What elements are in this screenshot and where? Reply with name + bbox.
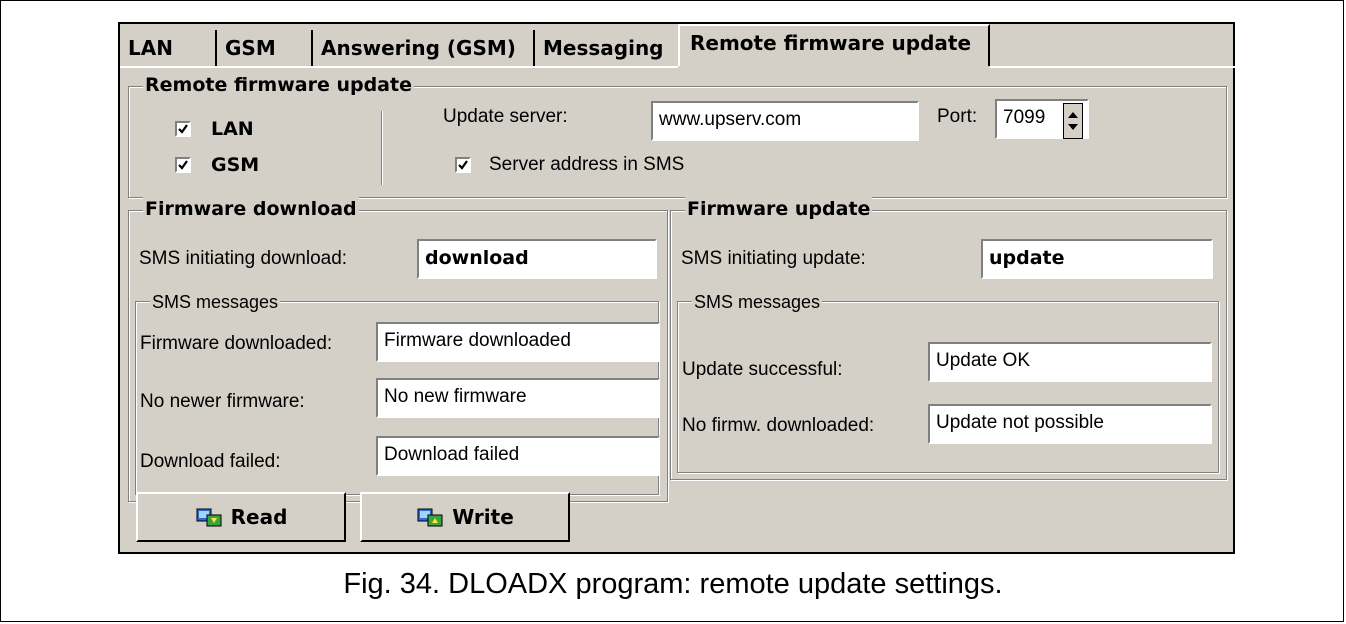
check-icon [178, 124, 188, 134]
check-icon [178, 160, 188, 170]
write-button[interactable]: Write [360, 492, 570, 542]
update-server-input[interactable]: www.upserv.com [651, 101, 919, 141]
download-sms-messages-group: SMS messages Firmware downloaded: Firmwa… [135, 290, 660, 495]
sms-initiating-download-label: SMS initiating download: [139, 248, 348, 269]
read-icon [196, 508, 222, 527]
firmware-downloaded-input[interactable]: Firmware downloaded [376, 322, 660, 362]
no-firmware-downloaded-input[interactable]: Update not possible [928, 404, 1212, 444]
write-icon [417, 508, 443, 527]
server-address-sms-checkbox[interactable] [455, 157, 471, 173]
firmware-update-title: Firmware update [685, 197, 873, 221]
update-server-label: Update server: [443, 106, 568, 127]
tab-gsm[interactable]: GSM [217, 30, 313, 66]
tab-underline [990, 66, 1235, 68]
server-address-sms-label: Server address in SMS [489, 154, 685, 175]
download-failed-input[interactable]: Download failed [376, 436, 660, 476]
divider [381, 111, 382, 185]
update-successful-label: Update successful: [682, 359, 843, 380]
sms-initiating-update-label: SMS initiating update: [681, 248, 866, 269]
tab-answering-gsm[interactable]: Answering (GSM) [313, 30, 535, 66]
gsm-checkbox[interactable] [175, 157, 191, 173]
lan-checkbox[interactable] [175, 121, 191, 137]
tab-underline [120, 66, 678, 68]
lan-checkbox-label: LAN [211, 118, 254, 140]
tab-messaging[interactable]: Messaging [535, 30, 678, 66]
update-sms-messages-title: SMS messages [692, 290, 823, 314]
firmware-download-group: Firmware download SMS initiating downloa… [128, 197, 668, 502]
download-sms-messages-title: SMS messages [150, 290, 281, 314]
remote-update-title: Remote firmware update [143, 73, 414, 97]
port-label: Port: [937, 106, 978, 127]
update-sms-messages-group: SMS messages Update successful: Update O… [677, 290, 1219, 473]
tab-lan[interactable]: LAN [120, 30, 217, 66]
sms-initiating-download-input[interactable]: download [417, 239, 657, 279]
no-firmware-downloaded-label: No firmw. downloaded: [682, 415, 875, 436]
write-button-label: Write [452, 505, 514, 529]
update-successful-input[interactable]: Update OK [928, 342, 1212, 382]
tab-bar: LAN GSM Answering (GSM) Messaging Remote… [120, 24, 1235, 70]
read-button[interactable]: Read [136, 492, 346, 542]
gsm-checkbox-label: GSM [211, 154, 260, 176]
download-failed-label: Download failed: [140, 451, 281, 472]
sms-initiating-update-input[interactable]: update [981, 239, 1213, 279]
read-button-label: Read [230, 505, 288, 529]
tab-remote-firmware-update[interactable]: Remote firmware update [678, 24, 990, 66]
firmware-download-title: Firmware download [143, 197, 359, 221]
spin-arrows-icon [1068, 112, 1078, 130]
remote-update-group: Remote firmware update LAN GSM Update se… [128, 73, 1227, 198]
firmware-update-group: Firmware update SMS initiating update: u… [670, 197, 1227, 480]
firmware-downloaded-label: Firmware downloaded: [140, 333, 333, 354]
figure-caption: Fig. 34. DLOADX program: remote update s… [343, 568, 1003, 600]
port-spinner[interactable] [1063, 103, 1083, 139]
no-newer-firmware-input[interactable]: No new firmware [376, 378, 660, 418]
no-newer-firmware-label: No newer firmware: [140, 391, 305, 412]
settings-window: LAN GSM Answering (GSM) Messaging Remote… [118, 22, 1235, 554]
check-icon [458, 160, 468, 170]
